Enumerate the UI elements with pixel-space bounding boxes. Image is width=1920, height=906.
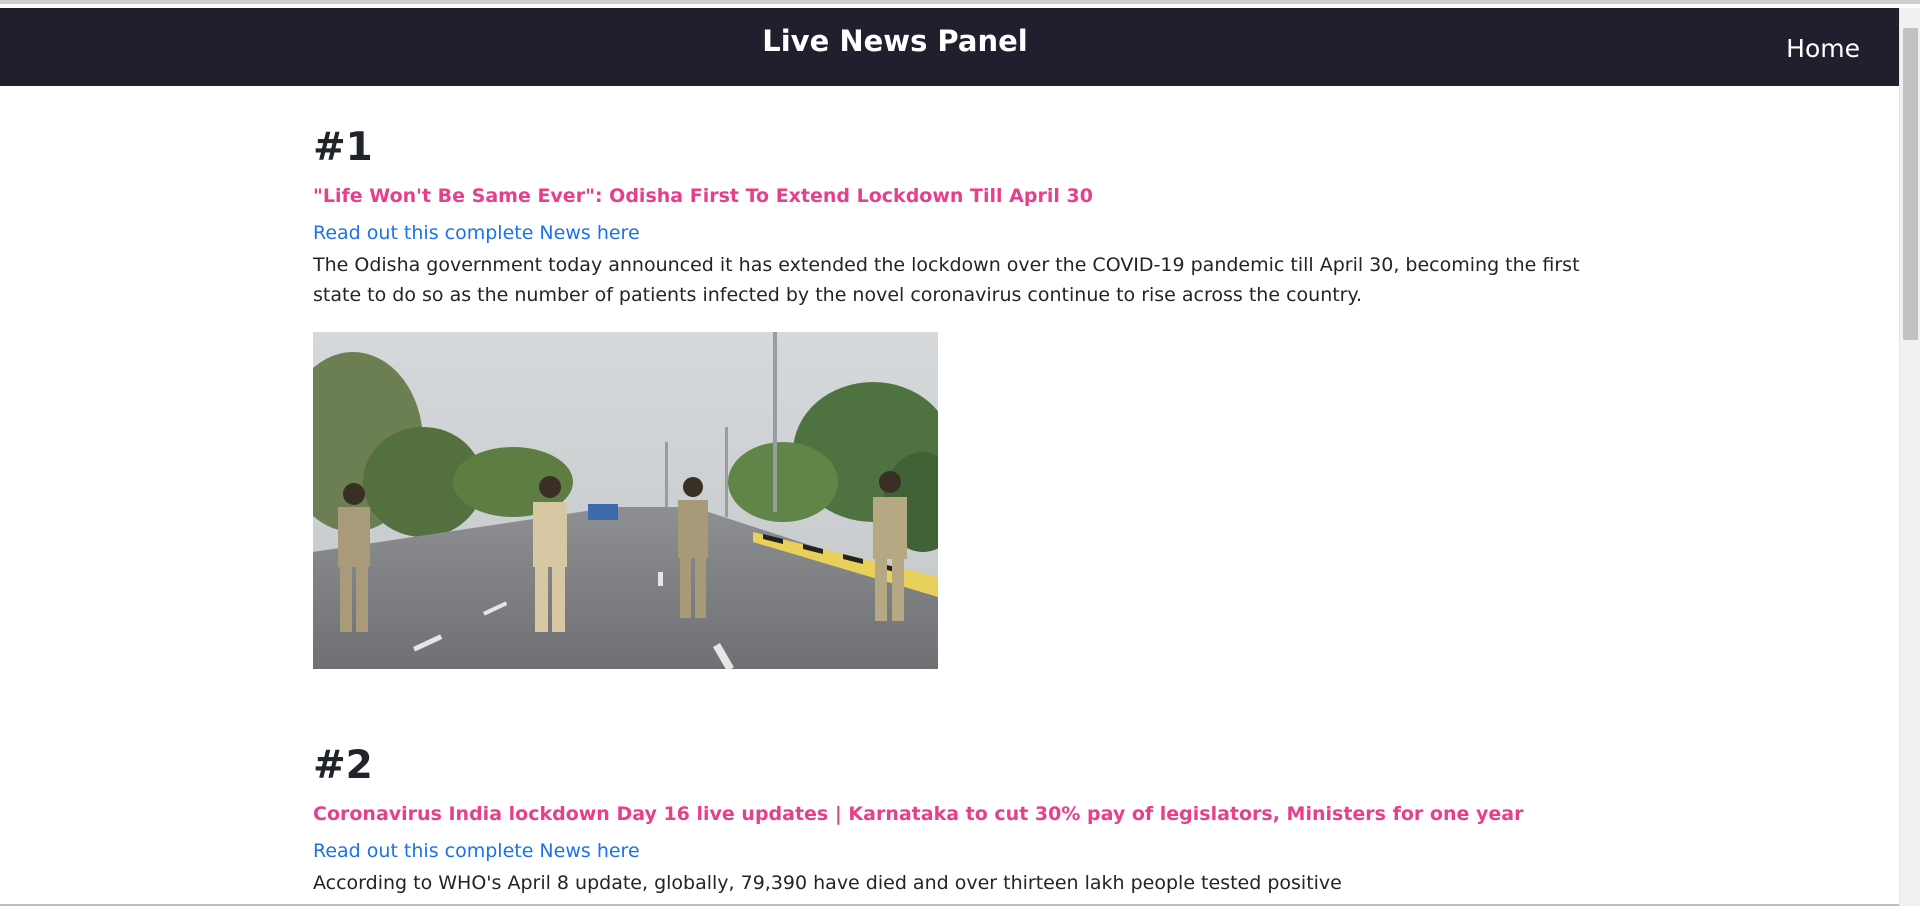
- site-title: Live News Panel: [762, 24, 1028, 58]
- article-description: The Odisha government today announced it…: [313, 254, 1580, 306]
- read-more-link[interactable]: Read out this complete News here: [313, 220, 640, 246]
- read-more-link[interactable]: Read out this complete News here: [313, 838, 640, 864]
- vertical-scrollbar[interactable]: [1899, 8, 1920, 906]
- article-headline: Coronavirus India lockdown Day 16 live u…: [313, 803, 1524, 825]
- news-list: #1 "Life Won't Be Same Ever": Odisha Fir…: [313, 86, 1603, 898]
- news-article: #2 Coronavirus India lockdown Day 16 liv…: [313, 744, 1603, 898]
- scrollbar-thumb[interactable]: [1903, 28, 1918, 340]
- browser-viewport: Live News Panel Home #1 "Life Won't Be S…: [0, 0, 1920, 906]
- article-image: [313, 332, 938, 669]
- home-link[interactable]: Home: [1786, 34, 1860, 63]
- news-article: #1 "Life Won't Be Same Ever": Odisha Fir…: [313, 126, 1603, 669]
- article-description: According to WHO's April 8 update, globa…: [313, 872, 1342, 894]
- navbar: Live News Panel Home: [0, 8, 1899, 86]
- article-headline: "Life Won't Be Same Ever": Odisha First …: [313, 185, 1093, 207]
- article-number: #1: [313, 125, 373, 170]
- article-number: #2: [313, 743, 373, 788]
